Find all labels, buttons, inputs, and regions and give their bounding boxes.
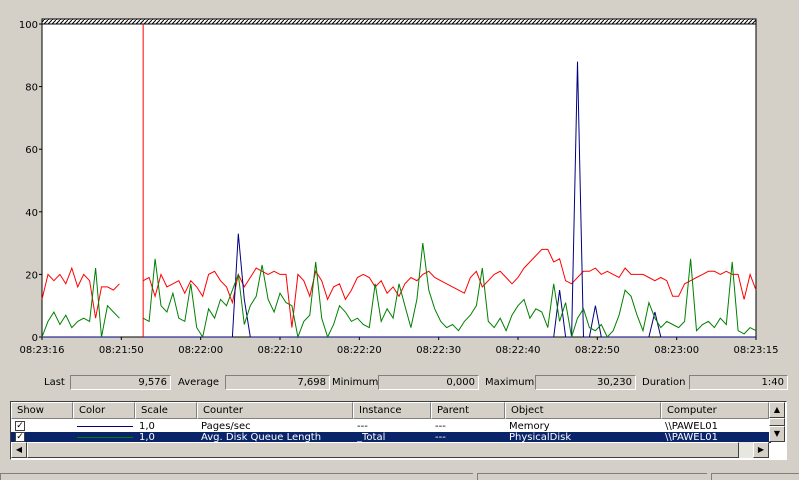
x-tick-label: 08:22:10 (258, 345, 303, 356)
average-label: Average (178, 377, 220, 388)
maximum-value: 30,230 (535, 375, 636, 390)
time-window-bar (41, 18, 757, 25)
header-computer[interactable]: Computer (661, 402, 769, 419)
status-pane-3 (711, 473, 799, 480)
minimum-label: Minimum (332, 377, 379, 388)
up-arrow-icon[interactable]: ▲ (769, 402, 785, 418)
header-instance[interactable]: Instance (353, 402, 431, 419)
minimum-value: 0,000 (378, 375, 479, 390)
down-arrow-icon[interactable]: ▼ (769, 426, 785, 442)
legend-row-memory[interactable]: ✓ 1,0 Pages/sec --- --- Memory \\PAWEL01 (11, 421, 771, 432)
color-swatch (77, 426, 133, 427)
status-pane-1 (0, 473, 473, 480)
scale-cell: 1,0 (139, 421, 155, 432)
instance-cell: --- (357, 421, 368, 432)
header-parent[interactable]: Parent (431, 402, 505, 419)
header-show[interactable]: Show (11, 402, 73, 419)
x-tick-label: 08:21:50 (99, 345, 144, 356)
status-bar (0, 472, 799, 480)
header-scale[interactable]: Scale (135, 402, 197, 419)
x-tick-label: 08:22:50 (575, 345, 620, 356)
right-arrow-icon[interactable]: ▶ (753, 442, 769, 458)
duration-label: Duration (642, 377, 686, 388)
maximum-label: Maximum (485, 377, 535, 388)
left-arrow-icon[interactable]: ◀ (11, 442, 27, 458)
last-value: 9,576 (70, 375, 171, 390)
y-tick-label: 20 (25, 270, 38, 281)
horizontal-scroll-thumb[interactable] (27, 442, 739, 458)
parent-cell: --- (435, 421, 446, 432)
y-tick-label: 40 (25, 208, 38, 219)
y-tick-label: 0 (32, 333, 38, 344)
x-tick-label: 08:22:30 (416, 345, 461, 356)
x-tick-label: 08:22:00 (178, 345, 223, 356)
color-swatch (77, 437, 133, 438)
y-tick-label: 80 (25, 83, 38, 94)
show-checkbox[interactable]: ✓ (15, 432, 25, 442)
last-label: Last (44, 377, 65, 388)
counter-cell: Pages/sec (201, 421, 251, 432)
y-tick-label: 60 (25, 145, 38, 156)
average-value: 7,698 (225, 375, 330, 390)
header-color[interactable]: Color (73, 402, 135, 419)
header-counter[interactable]: Counter (197, 402, 353, 419)
duration-value: 1:40 (689, 375, 788, 390)
x-tick-label: 08:23:16 (20, 345, 65, 356)
vertical-scroll-thumb[interactable] (769, 418, 785, 426)
x-tick-label: 08:23:00 (654, 345, 699, 356)
performance-chart: 0 20 40 60 80 100 08:23:16 08:21:50 08:22:00 08:… (19, 18, 779, 356)
x-tick-label: 08:22:40 (496, 345, 541, 356)
counter-legend[interactable]: Show Color Scale Counter Instance Parent… (10, 401, 787, 460)
plot-area (41, 18, 757, 338)
object-cell: Memory (509, 421, 550, 432)
x-tick-label: 08:22:20 (337, 345, 382, 356)
vertical-scrollbar[interactable]: ▲ ▼ (769, 402, 785, 442)
y-tick-label: 100 (19, 20, 38, 31)
header-object[interactable]: Object (505, 402, 661, 419)
status-pane-2 (477, 473, 707, 480)
computer-cell: \\PAWEL01 (665, 421, 718, 432)
x-tick-label: 08:23:15 (734, 345, 779, 356)
show-checkbox[interactable]: ✓ (15, 421, 25, 431)
horizontal-scrollbar[interactable]: ◀ ▶ (11, 442, 769, 458)
